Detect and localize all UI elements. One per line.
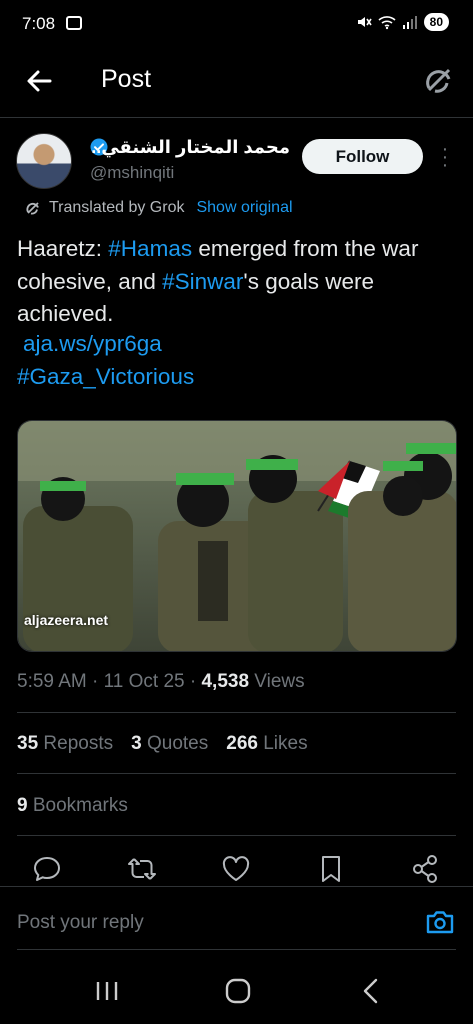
tweet-link[interactable]: aja.ws/ypr6ga [23, 331, 162, 357]
divider [17, 835, 456, 836]
like-icon[interactable] [219, 852, 253, 886]
header-divider [0, 117, 473, 118]
bookmarks-label: Bookmarks [27, 795, 128, 816]
back-arrow-icon[interactable] [22, 64, 56, 98]
recent-apps-icon[interactable] [92, 976, 122, 1006]
translated-by-label: Translated by Grok [49, 199, 185, 216]
quotes-count: 3 [131, 733, 142, 754]
divider [17, 773, 456, 774]
likes-stat[interactable]: 266 Likes [226, 733, 307, 755]
reply-divider [0, 886, 473, 887]
meta-separator: · [184, 671, 202, 692]
post-date: 11 Oct 25 [103, 671, 185, 692]
quotes-label: Quotes [141, 733, 209, 754]
post-time: 5:59 AM [17, 671, 87, 692]
bookmarks-stat[interactable]: 9 Bookmarks [17, 795, 128, 817]
repost-icon[interactable] [125, 852, 159, 886]
media-source-label: aljazeera.net [24, 612, 109, 628]
avatar[interactable] [16, 133, 72, 189]
signal-icon [402, 16, 417, 29]
bookmarks-count: 9 [17, 795, 28, 816]
likes-label: Likes [257, 733, 308, 754]
tweet-text: Haaretz: #Hamas emerged from the war coh… [17, 233, 457, 331]
show-original-link[interactable]: Show original [196, 199, 292, 217]
back-icon[interactable] [356, 976, 386, 1006]
status-bar: 7:08 80 [0, 0, 473, 48]
reply-input[interactable]: Post your reply [17, 912, 144, 934]
page-title: Post [101, 65, 152, 93]
grok-icon[interactable] [421, 62, 457, 98]
follow-button[interactable]: Follow [302, 139, 423, 174]
hashtag-hamas[interactable]: #Hamas [108, 236, 192, 261]
home-icon[interactable] [223, 976, 253, 1006]
author-row: محمد المختار الشنقي... @mshinqiti Follow… [0, 133, 473, 193]
grok-small-icon [26, 202, 39, 215]
system-nav-bar [0, 960, 473, 1024]
likes-count: 266 [226, 733, 258, 754]
reposts-count: 35 [17, 733, 39, 754]
hashtag-sinwar[interactable]: #Sinwar [162, 269, 243, 294]
meta-separator: · [86, 671, 104, 692]
quotes-stat[interactable]: 3 Quotes [131, 733, 208, 755]
author-handle[interactable]: @mshinqiti [90, 163, 174, 183]
more-options-icon[interactable]: · · · [436, 139, 454, 175]
battery-badge: 80 [423, 13, 449, 31]
share-icon[interactable] [408, 852, 442, 886]
divider [17, 712, 456, 713]
tweet-text-part: Haaretz: [17, 236, 109, 261]
screenshot-icon [66, 16, 82, 30]
bookmark-icon[interactable] [314, 852, 348, 886]
author-name[interactable]: محمد المختار الشنقي... [90, 137, 290, 158]
reposts-stat[interactable]: 35 Reposts [17, 733, 113, 755]
hashtag-gaza[interactable]: #Gaza_Victorious [17, 364, 194, 390]
mute-icon [357, 17, 372, 27]
reposts-label: Reposts [38, 733, 114, 754]
wifi-icon [378, 16, 396, 30]
divider [17, 949, 456, 950]
translation-row: Translated by Grok Show original [24, 199, 293, 217]
views-count: 4,538 [201, 671, 250, 692]
camera-icon[interactable] [424, 906, 456, 938]
post-meta: 5:59 AM · 11 Oct 25 · 4,538 Views [17, 671, 305, 693]
reply-icon[interactable] [30, 852, 64, 886]
status-time: 7:08 [22, 14, 56, 33]
actions-row [0, 852, 473, 888]
status-icons: 80 [356, 13, 449, 31]
views-label: Views [249, 671, 305, 692]
stats-row: 35 Reposts 3 Quotes 266 Likes [17, 733, 308, 755]
app-header: Post [0, 52, 473, 108]
